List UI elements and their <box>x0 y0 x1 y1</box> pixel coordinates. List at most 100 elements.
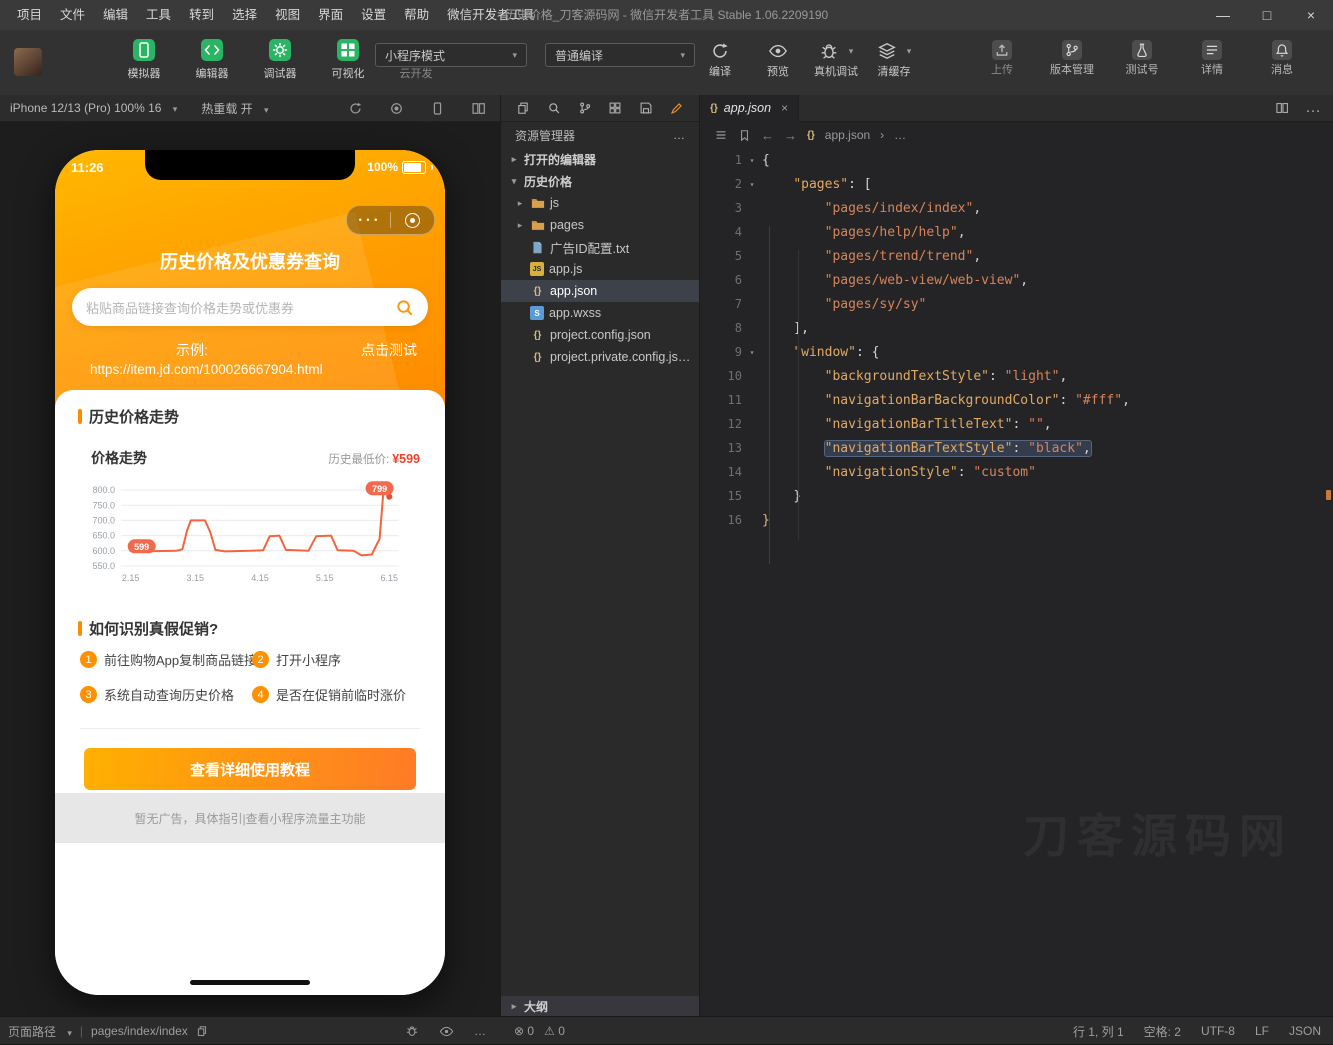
fold-icon[interactable]: ▾ <box>742 348 762 357</box>
details-button[interactable]: 详情 <box>1189 40 1235 78</box>
code-editor[interactable]: 1 ▾{2 ▾ "pages": [3 "pages/index/index", 4 … <box>700 148 1333 1016</box>
cursor-position[interactable]: 行 1, 列 1 <box>1073 1023 1124 1040</box>
fold-icon[interactable]: ▾ <box>742 156 762 165</box>
simulator-panel: iPhone 12/13 (Pro) 100% 16 ▾ 热重载 开 ▾ 11:… <box>0 95 500 1016</box>
page-path-dropdown[interactable]: 页面路径 ▾ <box>8 1023 72 1040</box>
ad-banner[interactable]: 暂无广告，具体指引|查看小程序流量主功能 <box>55 793 445 843</box>
more-icon[interactable]: … <box>1305 99 1321 117</box>
nav-forward-icon[interactable]: → <box>784 128 797 143</box>
problems-indicator[interactable]: ⊗ 0 ⚠ 0 <box>514 1017 565 1045</box>
compile-mode-select[interactable]: 普通编译 ▾ <box>545 43 695 67</box>
search-icon[interactable] <box>547 101 561 115</box>
editor-toggle[interactable]: 编辑器 <box>186 39 238 81</box>
bookmark-icon[interactable] <box>738 129 751 142</box>
refresh-icon <box>698 40 742 62</box>
editor-panel: {} app.json × … ← → {} app.json › … 1 ▾{2… <box>700 95 1333 1016</box>
line-number: 7 <box>734 297 742 311</box>
menu-item[interactable]: 文件 <box>51 0 94 30</box>
menu-item[interactable]: 项目 <box>8 0 51 30</box>
test-link[interactable]: 点击测试 <box>361 340 417 360</box>
eol-setting[interactable]: LF <box>1255 1024 1269 1038</box>
menu-item[interactable]: 视图 <box>266 0 309 30</box>
save-icon[interactable] <box>639 101 653 115</box>
copy-path-icon[interactable] <box>196 1025 208 1037</box>
tab-close-icon[interactable]: × <box>781 101 788 115</box>
section-how-to: 如何识别真假促销? <box>78 618 218 639</box>
version-control-button[interactable]: 版本管理 <box>1049 40 1095 78</box>
outline-list-icon[interactable] <box>714 128 728 142</box>
folder-icon <box>530 196 545 211</box>
device-frame-icon[interactable] <box>430 101 445 116</box>
minimize-icon[interactable]: — <box>1201 0 1245 30</box>
upload-button[interactable]: 上传 <box>979 40 1025 78</box>
hot-reload-toggle[interactable]: 热重载 开 ▾ <box>201 100 268 117</box>
menu-item[interactable]: 编辑 <box>94 0 137 30</box>
eye-icon[interactable] <box>439 1024 454 1039</box>
remote-debug-button[interactable]: ▾ 真机调试 <box>814 40 858 80</box>
section-project-root[interactable]: ▾ 历史价格 <box>501 170 699 192</box>
encoding-setting[interactable]: UTF-8 <box>1201 1024 1235 1038</box>
preview-button[interactable]: 预览 <box>756 40 800 80</box>
close-icon[interactable]: × <box>1289 0 1333 30</box>
example-url[interactable]: https://item.jd.com/100026667904.html <box>90 362 323 377</box>
debugger-toggle[interactable]: 调试器 <box>254 39 306 81</box>
line-number: 15 <box>727 489 742 503</box>
tab-app-json[interactable]: {} app.json × <box>700 95 800 122</box>
outline-section[interactable]: ▸ 大纲 <box>501 996 699 1016</box>
more-icon[interactable]: … <box>474 1024 486 1038</box>
json-icon: {} <box>533 285 542 297</box>
rotate-icon[interactable] <box>348 101 363 116</box>
clear-cache-button[interactable]: ▾ 清缓存 <box>872 40 916 80</box>
file-item-app.json[interactable]: {} app.json <box>501 280 699 302</box>
breadcrumb-file[interactable]: app.json <box>825 128 870 142</box>
file-item-app.wxss[interactable]: Sapp.wxss <box>501 302 699 324</box>
capsule-more-icon[interactable]: • • • <box>347 215 390 225</box>
messages-button[interactable]: 消息 <box>1259 40 1305 78</box>
menu-item[interactable]: 转到 <box>180 0 223 30</box>
nav-back-icon[interactable]: ← <box>761 128 774 143</box>
fold-icon[interactable]: ▾ <box>742 180 762 189</box>
screenshot-icon[interactable] <box>389 101 404 116</box>
debug-icon[interactable] <box>405 1024 419 1038</box>
file-item-project.private.config.js[interactable]: {} project.private.config.js… <box>501 346 699 368</box>
breadcrumb-more[interactable]: … <box>894 128 906 142</box>
test-account-button[interactable]: 测试号 <box>1119 40 1165 78</box>
language-mode[interactable]: JSON <box>1289 1024 1321 1038</box>
split-window-icon[interactable] <box>471 101 486 116</box>
mode-select[interactable]: 小程序模式 ▾ <box>375 43 527 67</box>
folder-item-pages[interactable]: ▸ pages <box>501 214 699 236</box>
simulator-toggle[interactable]: 模拟器 <box>118 39 170 81</box>
file-item-ID.txt[interactable]: 广告ID配置.txt <box>501 236 699 258</box>
menu-item[interactable]: 界面 <box>309 0 352 30</box>
menu-item[interactable]: 工具 <box>137 0 180 30</box>
more-icon[interactable]: … <box>673 128 685 142</box>
bug-icon <box>819 41 839 61</box>
menu-item[interactable]: 设置 <box>352 0 395 30</box>
code-line: 5 "pages/trend/trend", <box>700 244 1333 268</box>
capsule-close-icon[interactable] <box>391 212 434 228</box>
device-select[interactable]: iPhone 12/13 (Pro) 100% 16 ▾ <box>10 101 177 115</box>
menu-item[interactable]: 选择 <box>223 0 266 30</box>
visualizer-toggle[interactable]: 可视化 <box>322 39 374 81</box>
split-editor-icon[interactable] <box>1275 101 1289 115</box>
compile-button[interactable]: 编译 <box>698 40 742 80</box>
maximize-icon[interactable]: □ <box>1245 0 1289 30</box>
menu-item[interactable]: 帮助 <box>395 0 438 30</box>
file-item-app.js[interactable]: JS app.js <box>501 258 699 280</box>
section-open-editors[interactable]: ▸ 打开的编辑器 <box>501 148 699 170</box>
tutorial-button[interactable]: 查看详细使用教程 <box>84 748 416 790</box>
svg-text:2.15: 2.15 <box>122 573 140 583</box>
copy-page-icon[interactable] <box>516 101 530 115</box>
code-line: 9 ▾ "window": { <box>700 340 1333 364</box>
line-number: 1 <box>734 153 742 167</box>
format-brush-icon[interactable] <box>670 101 684 115</box>
search-input[interactable]: 粘贴商品链接查询价格走势或优惠券 <box>72 288 428 326</box>
layout-icon[interactable] <box>608 101 622 115</box>
folder-item-js[interactable]: ▸ js <box>501 192 699 214</box>
file-item-project.config.json[interactable]: {} project.config.json <box>501 324 699 346</box>
user-avatar[interactable] <box>14 48 42 76</box>
section-price-history: 历史价格走势 <box>78 406 179 427</box>
indentation-setting[interactable]: 空格: 2 <box>1144 1023 1181 1040</box>
window-titlebar: 项目 文件 编辑 工具 转到 选择 视图 界面 设置 帮助 微信开发者工具 历史价格_刀客源码网 -… <box>0 0 1333 30</box>
git-branch-icon[interactable] <box>578 101 592 115</box>
